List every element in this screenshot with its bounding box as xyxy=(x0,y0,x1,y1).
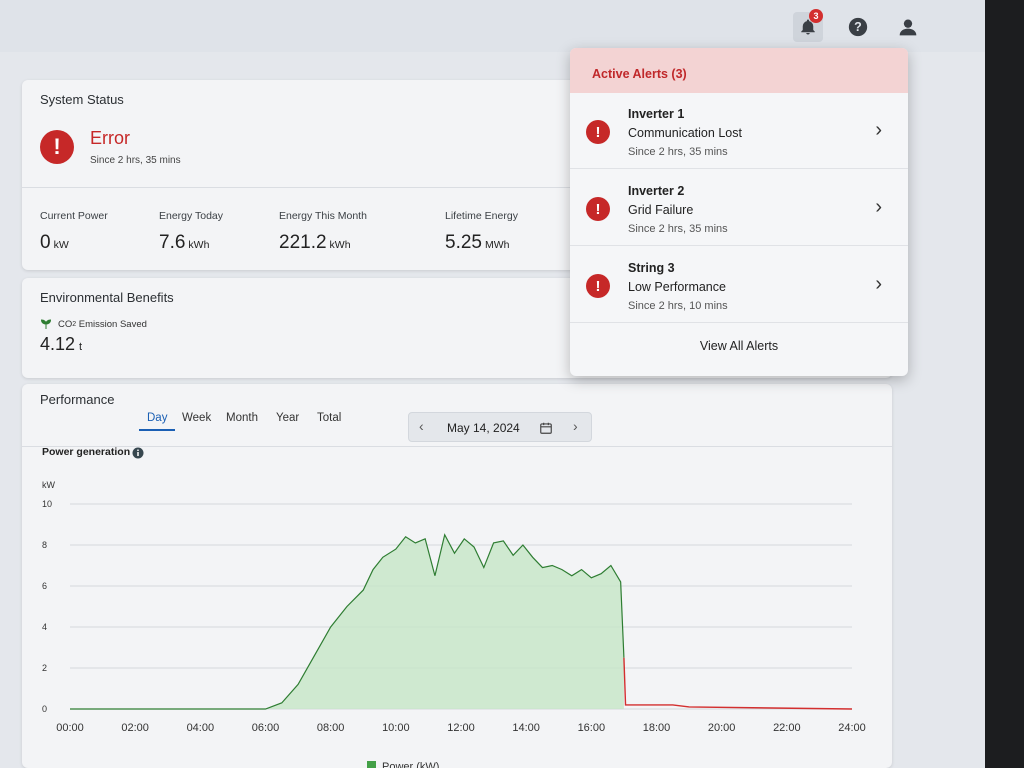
notifications-button[interactable]: 3 xyxy=(793,9,823,42)
y-tick-label: 2 xyxy=(42,663,47,673)
x-tick-label: 12:00 xyxy=(447,722,475,734)
chart-title: Power generation xyxy=(42,446,131,458)
x-tick-label: 22:00 xyxy=(773,722,801,734)
metric-value: 0 xyxy=(40,232,51,253)
alert-error-icon: ! xyxy=(586,120,610,144)
chevron-right-icon: › xyxy=(875,119,882,141)
fault-line xyxy=(623,657,853,710)
alert-issue: Low Performance xyxy=(628,280,726,294)
alert-device: Inverter 2 xyxy=(628,184,685,198)
y-tick-label: 8 xyxy=(42,540,47,550)
legend-label: Power (kW) xyxy=(382,761,439,768)
environmental-benefits-title: Environmental Benefits xyxy=(40,290,174,305)
notification-count-badge: 3 xyxy=(809,9,823,23)
x-tick-label: 14:00 xyxy=(512,722,540,734)
metric-value: 221.2 xyxy=(279,232,327,253)
y-tick-label: 0 xyxy=(42,704,47,714)
metric-label-lifetime-energy: Lifetime Energy xyxy=(445,210,518,222)
x-tick-label: 24:00 xyxy=(838,722,866,734)
alert-item[interactable]: ! Inverter 1 Communication Lost Since 2 … xyxy=(570,93,908,169)
tab-year[interactable]: Year xyxy=(276,412,299,424)
help-button[interactable]: ? xyxy=(843,12,873,42)
status-text: Error xyxy=(90,128,130,148)
co2-suffix: Emission Saved xyxy=(76,318,147,330)
active-alerts-popup: Active Alerts (3) ! Inverter 1 Communica… xyxy=(570,48,908,376)
x-tick-label: 18:00 xyxy=(643,722,671,734)
metric-value: 5.25 xyxy=(445,232,482,253)
power-generation-chart: kW 0 2 4 6 8 10 00:00 02:00 04:00 06:00 08:00 10:00 1… xyxy=(42,480,866,768)
metric-lifetime-energy: 5.25 MWh xyxy=(445,232,509,254)
alert-since: Since 2 hrs, 35 mins xyxy=(628,146,728,158)
x-tick-label: 04:00 xyxy=(187,722,215,734)
tab-week[interactable]: Week xyxy=(182,412,211,424)
sprout-icon xyxy=(40,319,52,329)
co2-value: 4.12 t xyxy=(40,334,82,355)
legend-swatch xyxy=(367,761,376,768)
chevron-right-icon: › xyxy=(875,273,882,295)
alert-item[interactable]: ! Inverter 2 Grid Failure Since 2 hrs, 3… xyxy=(570,170,908,246)
prev-date-button[interactable]: ‹ xyxy=(419,418,424,434)
y-axis-unit-label: kW xyxy=(42,480,56,490)
tab-day[interactable]: Day xyxy=(138,412,177,431)
co2-unit: t xyxy=(79,341,83,353)
x-tick-label: 02:00 xyxy=(121,722,149,734)
svg-text:?: ? xyxy=(854,20,862,34)
performance-card: Performance Day Week Month Year Total ‹ … xyxy=(22,384,892,768)
alert-error-icon: ! xyxy=(586,274,610,298)
metric-value: 7.6 xyxy=(159,232,186,253)
user-icon xyxy=(899,19,917,36)
performance-title: Performance xyxy=(40,392,115,407)
metric-unit: kW xyxy=(53,239,69,251)
metric-energy-month: 221.2 kWh xyxy=(279,232,351,254)
tab-total[interactable]: Total xyxy=(317,412,341,424)
x-tick-label: 20:00 xyxy=(708,722,736,734)
x-tick-label: 16:00 xyxy=(578,722,606,734)
metric-label-current-power: Current Power xyxy=(40,210,108,222)
co2-label: CO 2 Emission Saved xyxy=(40,318,147,330)
metric-unit: MWh xyxy=(484,239,510,251)
next-date-button[interactable]: › xyxy=(573,418,578,434)
error-icon: ! xyxy=(40,130,74,164)
chart-divider xyxy=(22,446,892,447)
alert-device: Inverter 1 xyxy=(628,107,685,121)
metric-unit: kWh xyxy=(188,239,210,251)
chevron-right-icon: › xyxy=(875,196,882,218)
metric-unit: kWh xyxy=(329,239,351,251)
alerts-header: Active Alerts (3) xyxy=(570,48,908,93)
status-since: Since 2 hrs, 35 mins xyxy=(90,155,181,166)
x-tick-label: 08:00 xyxy=(317,722,345,734)
co2-prefix: CO xyxy=(58,318,73,330)
alert-since: Since 2 hrs, 10 mins xyxy=(628,300,728,312)
y-tick-label: 6 xyxy=(42,581,47,591)
status-error-indicator: ! xyxy=(40,130,74,164)
alert-since: Since 2 hrs, 35 mins xyxy=(628,223,728,235)
date-picker: ‹ May 14, 2024 › xyxy=(408,412,592,442)
alert-item[interactable]: ! String 3 Low Performance Since 2 hrs, … xyxy=(570,247,908,323)
info-icon[interactable] xyxy=(132,447,144,459)
alert-issue: Grid Failure xyxy=(628,203,694,217)
metric-label-energy-month: Energy This Month xyxy=(279,210,367,222)
help-icon: ? xyxy=(848,17,868,37)
y-tick-label: 4 xyxy=(42,622,47,632)
alert-device: String 3 xyxy=(628,261,675,275)
alert-error-icon: ! xyxy=(586,197,610,221)
selected-date[interactable]: May 14, 2024 xyxy=(447,421,520,435)
calendar-icon[interactable] xyxy=(539,421,553,435)
metric-energy-today: 7.6 kWh xyxy=(159,232,209,254)
metric-current-power: 0 kW xyxy=(40,232,69,254)
dashboard-screen: 3 ? System Status ! Error Since 2 hrs, 3… xyxy=(0,0,985,768)
y-tick-label: 10 xyxy=(42,499,52,509)
metric-label-energy-today: Energy Today xyxy=(159,210,224,222)
view-all-alerts-link[interactable]: View All Alerts xyxy=(570,339,908,353)
system-status-title: System Status xyxy=(40,92,124,107)
x-tick-label: 00:00 xyxy=(56,722,84,734)
alert-issue: Communication Lost xyxy=(628,126,742,140)
tab-month[interactable]: Month xyxy=(226,412,258,424)
x-tick-label: 10:00 xyxy=(382,722,410,734)
series-area xyxy=(70,534,624,709)
x-tick-label: 06:00 xyxy=(252,722,280,734)
user-menu-button[interactable] xyxy=(893,12,923,42)
top-bar: 3 ? xyxy=(0,0,985,52)
co2-value-number: 4.12 xyxy=(40,334,76,354)
